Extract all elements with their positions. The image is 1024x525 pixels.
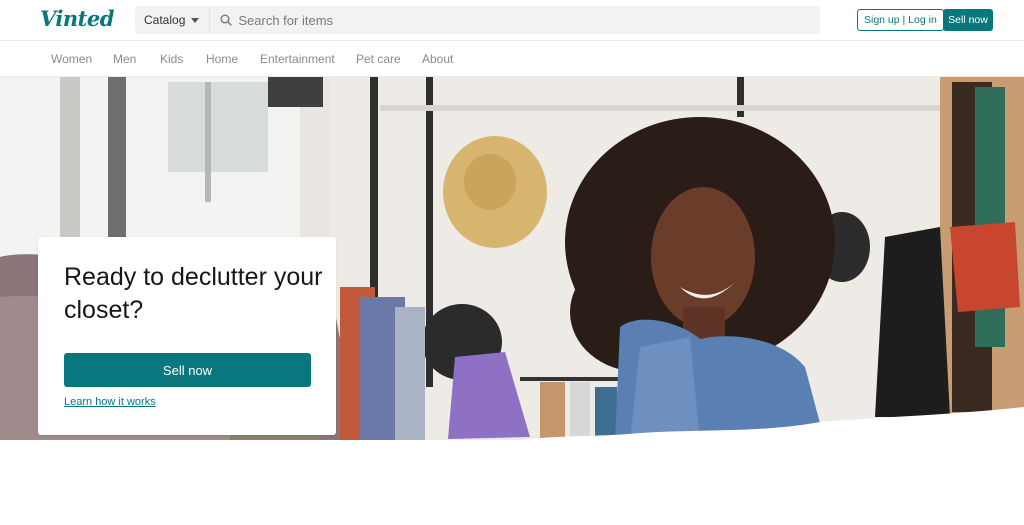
nav-item-home[interactable]: Home	[206, 52, 238, 66]
nav-item-pet-care[interactable]: Pet care	[356, 52, 401, 66]
signup-login-button[interactable]: Sign up | Log in	[857, 9, 944, 31]
search-input[interactable]	[238, 12, 799, 28]
header-sell-now-button[interactable]: Sell now	[943, 9, 993, 31]
category-nav: Women Men Kids Home Entertainment Pet ca…	[0, 41, 1024, 77]
catalog-label: Catalog	[144, 13, 186, 27]
sell-promo-card: Ready to declutter your closet? Sell now…	[38, 237, 336, 435]
nav-item-kids[interactable]: Kids	[160, 52, 183, 66]
hero-title: Ready to declutter your closet?	[64, 263, 323, 324]
learn-how-it-works-link[interactable]: Learn how it works	[64, 396, 156, 408]
nav-item-about[interactable]: About	[422, 52, 453, 66]
hero-banner: Ready to declutter your closet? Sell now…	[0, 77, 1024, 442]
nav-item-women[interactable]: Women	[51, 52, 92, 66]
vinted-logo[interactable]: Vinted	[40, 6, 114, 31]
nav-item-men[interactable]: Men	[113, 52, 136, 66]
caret-down-icon	[191, 17, 200, 23]
hero-sell-now-button[interactable]: Sell now	[64, 353, 311, 387]
catalog-dropdown[interactable]: Catalog	[135, 6, 211, 34]
search-bar: Catalog	[135, 6, 820, 34]
top-header: Vinted Catalog Sign up | Log in Sell now	[0, 0, 1024, 41]
nav-item-entertainment[interactable]: Entertainment	[260, 52, 335, 66]
search-icon	[220, 14, 233, 26]
